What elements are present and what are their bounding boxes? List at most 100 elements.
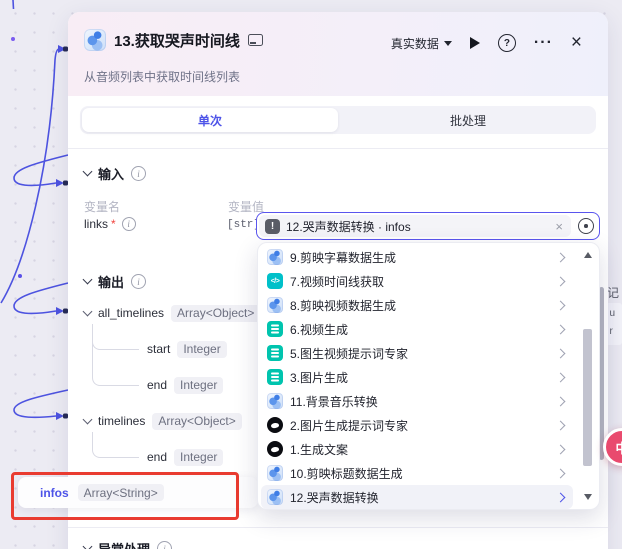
more-options-icon[interactable]: ···: [534, 38, 553, 48]
dropdown-item-label: 6.视频生成: [290, 321, 550, 338]
dropdown-item-label: 3.图片生成: [290, 369, 550, 386]
chevron-down-icon[interactable]: [83, 542, 93, 549]
edge-loop-1: [14, 155, 68, 185]
background-fragment: 记: [607, 284, 619, 301]
chevron-right-icon: [556, 396, 566, 406]
help-icon[interactable]: ?: [498, 34, 516, 52]
dropdown-item-label: 5.图生视频提示词专家: [290, 345, 550, 362]
plugin-icon: [267, 441, 283, 457]
exception-section-header[interactable]: 异常处理 i: [84, 539, 172, 549]
dropdown-item-label: 7.视频时间线获取: [290, 273, 550, 290]
panel-title: 13.获取哭声时间线: [114, 30, 240, 51]
chevron-right-icon: [556, 372, 566, 382]
scroll-up-icon[interactable]: [584, 252, 592, 258]
reference-dropdown: 9.剪映字幕数据生成 7.视频时间线获取 8.剪映视频数据生成 6.视频生成 5…: [257, 242, 600, 510]
warning-badge-icon: !: [265, 219, 280, 234]
dropdown-item[interactable]: 5.图生视频提示词专家: [261, 341, 573, 365]
info-icon: i: [122, 217, 136, 231]
panel-header: 13.获取哭声时间线 真实数据 ? ··· × 从音频列表中获取时间线列表: [68, 12, 608, 96]
dropdown-list: 9.剪映字幕数据生成 7.视频时间线获取 8.剪映视频数据生成 6.视频生成 5…: [261, 245, 573, 509]
clear-value-icon[interactable]: ×: [553, 219, 565, 234]
chevron-right-icon: [556, 300, 566, 310]
canvas-dot-accent: [18, 274, 22, 278]
dropdown-item-label: 9.剪映字幕数据生成: [290, 249, 550, 266]
dropdown-item-label: 12.哭声数据转换: [290, 489, 550, 506]
info-icon: i: [157, 541, 172, 549]
reference-value-input[interactable]: ! 12.哭声数据转换 · infos ×: [259, 215, 571, 237]
plugin-icon: [267, 417, 283, 433]
dropdown-item[interactable]: 6.视频生成: [261, 317, 573, 341]
type-badge: Array<Object>: [152, 413, 241, 430]
output-name: end: [147, 378, 167, 392]
chevron-down-icon[interactable]: [83, 306, 93, 316]
tab-batch[interactable]: 批处理: [340, 106, 596, 134]
output-name: all_timelines: [98, 306, 164, 320]
type-badge: Array<String>: [78, 484, 164, 501]
mode-tabs: 单次 批处理: [80, 106, 596, 134]
info-icon: i: [131, 274, 146, 289]
edge-loop-3: [14, 390, 68, 417]
param-name: links: [84, 217, 108, 231]
chevron-down-icon[interactable]: [83, 275, 93, 285]
edge-arrowheads: [56, 45, 66, 420]
tree-connector: [92, 432, 139, 458]
chevron-down-icon[interactable]: [83, 414, 93, 424]
edge-stub-top: [13, 0, 14, 9]
edge-curve-long: [1, 49, 59, 303]
divider: [68, 148, 608, 149]
output-section-header[interactable]: 输出 i: [84, 272, 146, 291]
input-section-header[interactable]: 输入 i: [84, 164, 146, 183]
chevron-right-icon: [556, 444, 566, 454]
chevron-right-icon: [556, 252, 566, 262]
dropdown-item-label: 1.生成文案: [290, 441, 550, 458]
plugin-icon: [267, 297, 283, 313]
dropdown-item-label: 8.剪映视频数据生成: [290, 297, 550, 314]
dropdown-item[interactable]: 2.图片生成提示词专家: [261, 413, 573, 437]
scrollbar-thumb[interactable]: [583, 329, 592, 466]
output-row-start: start Integer: [147, 340, 227, 358]
output-name: timelines: [98, 414, 145, 428]
plugin-icon: [267, 393, 283, 409]
dropdown-item[interactable]: 12.哭声数据转换: [261, 485, 573, 509]
workflow-canvas: 记 : u [ r 13.获取哭声时间线 真实数据 ? ··· × 从音频列表中…: [0, 0, 622, 549]
input-section-title: 输入: [98, 164, 124, 183]
node-plugin-icon: [84, 29, 106, 51]
dropdown-item[interactable]: 10.剪映标题数据生成: [261, 461, 573, 485]
chevron-down-icon[interactable]: [83, 167, 93, 177]
data-mode-selector[interactable]: 真实数据: [391, 35, 452, 52]
plugin-icon: [267, 465, 283, 481]
canvas-dot-accent: [11, 37, 15, 41]
select-reference-icon[interactable]: [573, 218, 599, 234]
type-badge: Integer: [174, 449, 223, 466]
scroll-down-icon[interactable]: [584, 494, 592, 500]
plugin-icon: [267, 249, 283, 265]
dropdown-item[interactable]: 8.剪映视频数据生成: [261, 293, 573, 317]
dropdown-item[interactable]: 9.剪映字幕数据生成: [261, 245, 573, 269]
output-row-all-timelines: all_timelines Array<Object>: [84, 304, 260, 322]
run-node-button[interactable]: [470, 37, 480, 49]
dropdown-item[interactable]: 1.生成文案: [261, 437, 573, 461]
output-name: end: [147, 450, 167, 464]
type-badge: Integer: [174, 377, 223, 394]
rename-panel-icon[interactable]: [248, 34, 263, 46]
dropdown-item[interactable]: 11.背景音乐转换: [261, 389, 573, 413]
chevron-down-icon: [444, 41, 452, 46]
type-badge: Array<Object>: [171, 305, 260, 322]
tab-single[interactable]: 单次: [82, 108, 338, 132]
reference-value-text: 12.哭声数据转换 · infos: [286, 218, 547, 235]
close-icon[interactable]: ×: [571, 35, 582, 51]
chevron-right-icon: [556, 492, 566, 502]
dropdown-item[interactable]: 3.图片生成: [261, 365, 573, 389]
output-row-end: end Integer: [147, 376, 223, 394]
dropdown-item[interactable]: 7.视频时间线获取: [261, 269, 573, 293]
output-row-infos[interactable]: infos Array<String>: [18, 477, 258, 508]
plugin-icon: [267, 369, 283, 385]
required-mark: *: [111, 217, 116, 231]
tree-connector: [92, 324, 139, 386]
param-row-links: links * i: [84, 217, 136, 231]
param-value-field[interactable]: ! 12.哭声数据转换 · infos ×: [256, 212, 600, 240]
output-section-title: 输出: [98, 272, 124, 291]
output-name: start: [147, 342, 170, 356]
output-row-timelines: timelines Array<Object>: [84, 412, 242, 430]
dropdown-item-label: 11.背景音乐转换: [290, 393, 550, 410]
